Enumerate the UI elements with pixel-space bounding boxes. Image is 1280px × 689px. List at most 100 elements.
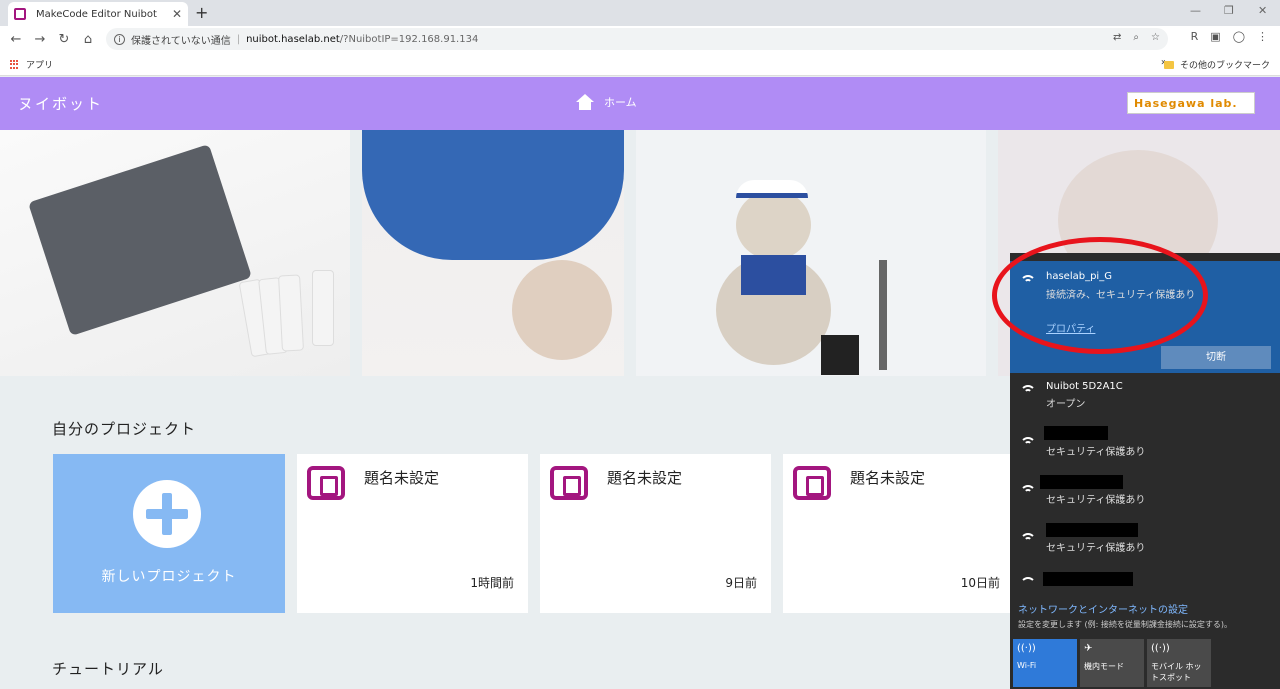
project-card[interactable]: 題名未設定 10日前 <box>783 454 1014 613</box>
plus-icon <box>133 480 201 548</box>
airplane-mode-tile[interactable]: ✈ 機内モード <box>1080 639 1144 687</box>
new-tab-button[interactable]: + <box>195 3 208 22</box>
redacted-network-name <box>1044 426 1108 440</box>
makecode-project-icon <box>793 466 831 500</box>
wifi-network-status: セキュリティ保護あり <box>1046 447 1146 458</box>
app-brand[interactable]: ヌイボット <box>18 93 103 114</box>
wifi-toggle-tile[interactable]: ((·)) Wi-Fi <box>1013 639 1077 687</box>
bookmark-apps-label: アプリ <box>26 61 54 71</box>
window-close-button[interactable]: ✕ <box>1258 4 1267 17</box>
profile-avatar-icon[interactable]: ◯ <box>1233 30 1245 43</box>
highlight-annotation-ellipse <box>992 237 1208 354</box>
wifi-network-item-partial[interactable] <box>1010 567 1280 593</box>
zoom-icon[interactable]: ⌕ <box>1133 32 1139 43</box>
project-card[interactable]: 題名未設定 9日前 <box>540 454 771 613</box>
hand-image <box>512 260 612 360</box>
photo-sailor-bear-closeup <box>362 130 624 376</box>
home-label: ホーム <box>604 96 637 109</box>
wifi-icon: ((·)) <box>1017 643 1036 654</box>
wifi-network-item[interactable]: Nuibot 5D2A1C オープン <box>1010 375 1280 419</box>
address-bar-icons: ⇄ ⌕ ☆ <box>1113 32 1160 43</box>
bookmarks-bar: アプリ » その他のブックマーク <box>0 52 1280 76</box>
other-bookmarks[interactable]: その他のブックマーク <box>1163 58 1270 71</box>
back-arrow-icon[interactable]: ← <box>4 32 28 47</box>
home-button[interactable]: ホーム <box>576 94 637 110</box>
makecode-project-icon <box>550 466 588 500</box>
wifi-secured-icon <box>1020 485 1036 499</box>
address-separator: | <box>236 33 241 45</box>
address-bar[interactable]: i 保護されていない通信 | nuibot.haselab.net /?Nuib… <box>106 28 1168 50</box>
security-label: 保護されていない通信 <box>131 35 231 47</box>
project-time: 1時間前 <box>470 576 514 590</box>
tutorials-title: チュートリアル <box>52 660 164 678</box>
tile-label: モバイル ホットスポット <box>1151 662 1202 682</box>
extension-r-icon[interactable]: R <box>1191 30 1199 43</box>
app-header: ヌイボット ホーム Hasegawa lab. <box>0 77 1280 130</box>
browser-menu-icon[interactable]: ⋮ <box>1257 30 1268 43</box>
project-time: 10日前 <box>960 576 1000 590</box>
extension-chat-icon[interactable]: ▣ <box>1210 30 1220 43</box>
photo-sailor-bear <box>636 130 986 376</box>
browser-tab-bar: MakeCode Editor Nuibot ✕ + — ❐ ✕ <box>0 0 1280 26</box>
other-bookmarks-label: その他のブックマーク <box>1179 61 1270 71</box>
tab-title: MakeCode Editor Nuibot <box>36 8 157 20</box>
wifi-network-status: セキュリティ保護あり <box>1046 543 1146 554</box>
tile-label: Wi-Fi <box>1017 661 1037 670</box>
network-settings-link[interactable]: ネットワークとインターネットの設定 <box>1018 601 1188 616</box>
window-minimize-button[interactable]: — <box>1190 4 1201 17</box>
browser-tab[interactable]: MakeCode Editor Nuibot ✕ <box>8 2 188 26</box>
sailor-shirt-image <box>741 255 806 295</box>
project-title: 題名未設定 <box>364 469 440 487</box>
battery-image <box>312 270 334 346</box>
wifi-network-item[interactable]: セキュリティ保護あり <box>1010 519 1280 563</box>
tile-label: 機内モード <box>1084 662 1124 671</box>
translate-icon[interactable]: ⇄ <box>1113 32 1121 43</box>
reload-icon[interactable]: ↻ <box>52 32 76 47</box>
mobile-hotspot-tile[interactable]: ((·)) モバイル ホットスポット <box>1147 639 1211 687</box>
project-card[interactable]: 題名未設定 1時間前 <box>297 454 528 613</box>
wifi-disconnect-button[interactable]: 切断 <box>1161 346 1271 369</box>
robot-box-image <box>28 144 252 336</box>
makecode-project-icon <box>307 466 345 500</box>
wifi-network-item[interactable]: セキュリティ保護あり <box>1010 423 1280 467</box>
my-projects-title: 自分のプロジェクト <box>52 420 197 438</box>
browser-toolbar: ← → ↻ ⌂ i 保護されていない通信 | nuibot.haselab.ne… <box>0 26 1280 52</box>
url-host: nuibot.haselab.net <box>246 33 340 45</box>
wifi-network-status: セキュリティ保護あり <box>1046 495 1146 506</box>
wifi-network-name: Nuibot 5D2A1C <box>1046 381 1123 392</box>
makecode-favicon-icon <box>14 8 26 20</box>
project-title: 題名未設定 <box>607 469 683 487</box>
home-icon <box>576 94 594 110</box>
sailor-hat-image <box>736 180 808 198</box>
redacted-network-name <box>1046 523 1138 537</box>
forward-arrow-icon[interactable]: → <box>28 32 52 47</box>
airplane-icon: ✈ <box>1084 643 1093 654</box>
new-project-label: 新しいプロジェクト <box>101 569 237 585</box>
wifi-network-item[interactable]: セキュリティ保護あり <box>1010 471 1280 515</box>
window-restore-button[interactable]: ❐ <box>1224 4 1234 17</box>
wifi-secured-icon <box>1020 533 1036 547</box>
project-title: 題名未設定 <box>850 469 926 487</box>
wifi-secured-icon <box>1020 437 1036 451</box>
wifi-secured-icon <box>1020 577 1036 591</box>
hasegawa-lab-logo[interactable]: Hasegawa lab. <box>1127 92 1255 114</box>
wifi-secured-icon <box>1020 385 1036 399</box>
info-icon[interactable]: i <box>114 33 125 45</box>
photo-robot-box <box>0 130 350 376</box>
new-project-card[interactable]: 新しいプロジェクト <box>53 454 285 613</box>
hotspot-icon: ((·)) <box>1151 643 1170 654</box>
wifi-network-status: オープン <box>1046 399 1086 410</box>
redacted-network-name <box>1043 572 1133 586</box>
project-time: 9日前 <box>725 576 757 590</box>
redacted-network-name <box>1040 475 1123 489</box>
apps-grid-icon <box>10 59 20 70</box>
folder-icon <box>1163 60 1174 69</box>
bookmark-star-icon[interactable]: ☆ <box>1151 32 1160 43</box>
battery-image <box>278 274 304 352</box>
bookmark-apps[interactable]: アプリ <box>10 58 53 71</box>
home-nav-icon[interactable]: ⌂ <box>76 32 100 47</box>
tab-close-icon[interactable]: ✕ <box>172 7 182 21</box>
sailor-collar-image <box>362 130 624 260</box>
bear-face-image <box>736 190 811 260</box>
battery-box-image <box>821 335 859 375</box>
